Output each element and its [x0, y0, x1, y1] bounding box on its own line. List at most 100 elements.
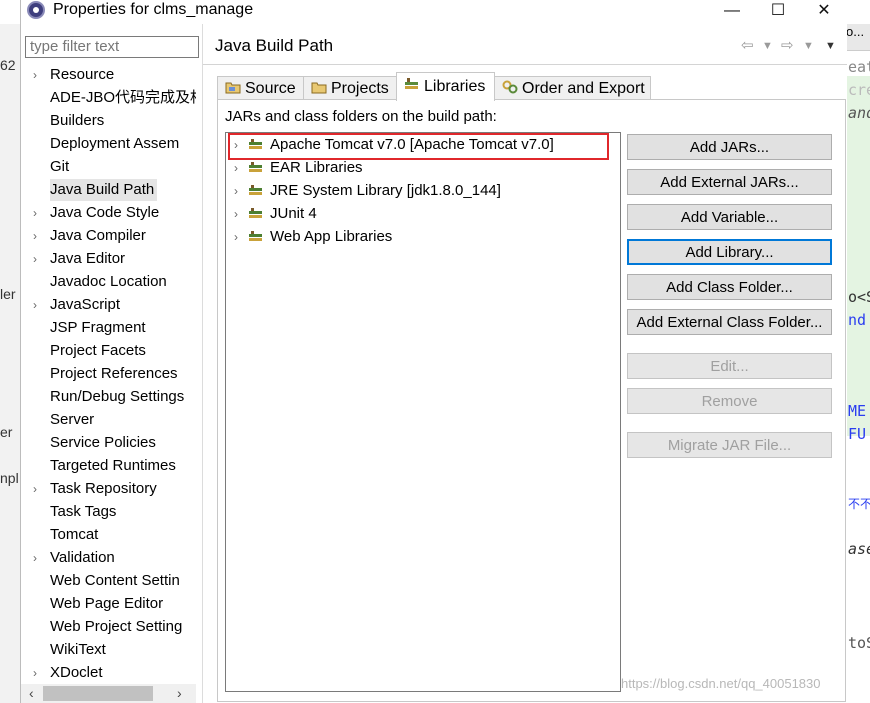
tree-item[interactable]: › Java Compiler [21, 225, 196, 247]
tree-item[interactable]: › XDoclet [21, 662, 196, 684]
background-fragment: eat [848, 58, 870, 76]
tree-item[interactable]: Tomcat [21, 524, 196, 546]
expand-chevron-icon[interactable]: › [234, 157, 238, 179]
tree-item[interactable]: Web Project Setting [21, 616, 196, 638]
tree-horizontal-scrollbar[interactable]: ‹ › [21, 684, 196, 703]
tree-item-label: JavaScript [50, 296, 121, 313]
tree-item[interactable]: Deployment Assem [21, 133, 196, 155]
tree-item-label: Java Compiler [50, 227, 146, 244]
tab-label: Source [245, 80, 296, 97]
back-menu-chevron-icon[interactable]: ▼ [762, 40, 773, 52]
tree-item[interactable]: Builders [21, 110, 196, 132]
minimize-button[interactable]: — [709, 0, 755, 24]
tree-item[interactable]: › Resource [21, 64, 196, 86]
forward-arrow-icon[interactable]: ⇨ [781, 36, 794, 54]
tree-item[interactable]: Git [21, 156, 196, 178]
tree-item[interactable]: Run/Debug Settings [21, 386, 196, 408]
tree-item[interactable]: › Task Repository [21, 478, 196, 500]
library-entry[interactable]: › JUnit 4 [226, 203, 620, 225]
build-path-list[interactable]: › Apache Tomcat v7.0 [Apache Tomcat v7.0]… [225, 132, 621, 692]
add-library-button[interactable]: Add Library... [627, 239, 832, 265]
tree-item-label: Server [50, 411, 95, 428]
background-right-strip: o... eat cre and o<S nd ME FU 不不 ase toS [845, 24, 870, 703]
expand-chevron-icon[interactable]: › [33, 662, 43, 684]
tree-item[interactable]: Web Content Settin [21, 570, 196, 592]
background-fragment: ME [848, 402, 867, 420]
expand-chevron-icon[interactable]: › [33, 248, 43, 270]
expand-chevron-icon[interactable]: › [234, 203, 238, 225]
tree-item-label: Project References [50, 365, 178, 382]
remove-button[interactable]: Remove [627, 388, 832, 414]
expand-chevron-icon[interactable]: › [33, 478, 43, 500]
tree-item[interactable]: › Java Code Style [21, 202, 196, 224]
add-variable-button[interactable]: Add Variable... [627, 204, 832, 230]
scroll-right-arrow-icon[interactable]: › [177, 685, 182, 701]
filter-input[interactable]: type filter text [25, 36, 199, 58]
background-fragment: FU [848, 425, 867, 443]
tree-item-label: ADE-JBO代码完成及相 [50, 89, 196, 106]
order-export-icon [502, 80, 518, 94]
panel-sash[interactable] [202, 24, 203, 703]
library-icon [249, 162, 262, 172]
expand-chevron-icon[interactable]: › [33, 294, 43, 316]
background-fragment: 不不 [848, 497, 870, 511]
tree-item-label: Java Editor [50, 250, 126, 267]
tree-item[interactable]: › Validation [21, 547, 196, 569]
expand-chevron-icon[interactable]: › [234, 180, 238, 202]
tab-label: Order and Export [522, 80, 645, 97]
tree-item[interactable]: Server [21, 409, 196, 431]
tree-item[interactable]: Service Policies [21, 432, 196, 454]
forward-menu-chevron-icon[interactable]: ▼ [803, 40, 814, 52]
tree-item[interactable]: Java Build Path [21, 179, 196, 201]
add-external-jars-button[interactable]: Add External JARs... [627, 169, 832, 195]
tab-order-and-export[interactable]: Order and Export [494, 76, 651, 101]
tree-item[interactable]: Project Facets [21, 340, 196, 362]
tab-libraries[interactable]: Libraries [396, 72, 495, 101]
add-external-class-folder-button[interactable]: Add External Class Folder... [627, 309, 832, 335]
close-button[interactable]: ✕ [801, 0, 847, 24]
window-title: Properties for clms_manage [53, 1, 254, 18]
scroll-left-arrow-icon[interactable]: ‹ [29, 685, 34, 701]
tree-item[interactable]: JSP Fragment [21, 317, 196, 339]
tree-item[interactable]: Targeted Runtimes [21, 455, 196, 477]
tree-item[interactable]: Task Tags [21, 501, 196, 523]
maximize-button[interactable]: ☐ [755, 0, 801, 24]
background-editor-tab: o... [846, 24, 870, 51]
tree-item[interactable]: ADE-JBO代码完成及相 [21, 87, 196, 109]
tree-item[interactable]: Web Page Editor [21, 593, 196, 615]
library-label: JUnit 4 [270, 205, 317, 222]
library-icon [249, 185, 262, 195]
expand-chevron-icon[interactable]: › [33, 547, 43, 569]
back-arrow-icon[interactable]: ⇦ [741, 36, 754, 54]
library-entry[interactable]: › JRE System Library [jdk1.8.0_144] [226, 180, 620, 202]
title-bar[interactable]: Properties for clms_manage — ☐ ✕ [21, 0, 847, 24]
tree-item-label: Javadoc Location [50, 273, 167, 290]
property-page-tree: › Resource ADE-JBO代码完成及相 Builders Deployment… [21, 64, 196, 684]
library-entry[interactable]: › EAR Libraries [226, 157, 620, 179]
migrate-jar-button[interactable]: Migrate JAR File... [627, 432, 832, 458]
tree-item[interactable]: › JavaScript [21, 294, 196, 316]
expand-chevron-icon[interactable]: › [234, 226, 238, 248]
tree-item[interactable]: Project References [21, 363, 196, 385]
tree-item[interactable]: › Java Editor [21, 248, 196, 270]
background-fragment: and [848, 104, 870, 122]
tab-source[interactable]: Source [217, 76, 304, 101]
expand-chevron-icon[interactable]: › [33, 64, 43, 86]
library-entry[interactable]: › Web App Libraries [226, 226, 620, 248]
watermark: https://blog.csdn.net/qq_40051830 [621, 676, 821, 691]
properties-dialog: Properties for clms_manage — ☐ ✕ type fi… [20, 0, 847, 703]
tab-projects[interactable]: Projects [303, 76, 397, 101]
edit-button[interactable]: Edit... [627, 353, 832, 379]
tree-item[interactable]: WikiText [21, 639, 196, 661]
expand-chevron-icon[interactable]: › [33, 225, 43, 247]
tree-item-label: Git [50, 158, 70, 175]
add-jars-button[interactable]: Add JARs... [627, 134, 832, 160]
library-label: JRE System Library [jdk1.8.0_144] [270, 182, 501, 199]
add-class-folder-button[interactable]: Add Class Folder... [627, 274, 832, 300]
background-tab-label: o... [846, 24, 865, 39]
expand-chevron-icon[interactable]: › [33, 202, 43, 224]
scrollbar-thumb[interactable] [43, 686, 153, 701]
tree-item[interactable]: Javadoc Location [21, 271, 196, 293]
page-title: Java Build Path [215, 36, 334, 55]
view-menu-icon[interactable]: ▼ [825, 40, 836, 52]
